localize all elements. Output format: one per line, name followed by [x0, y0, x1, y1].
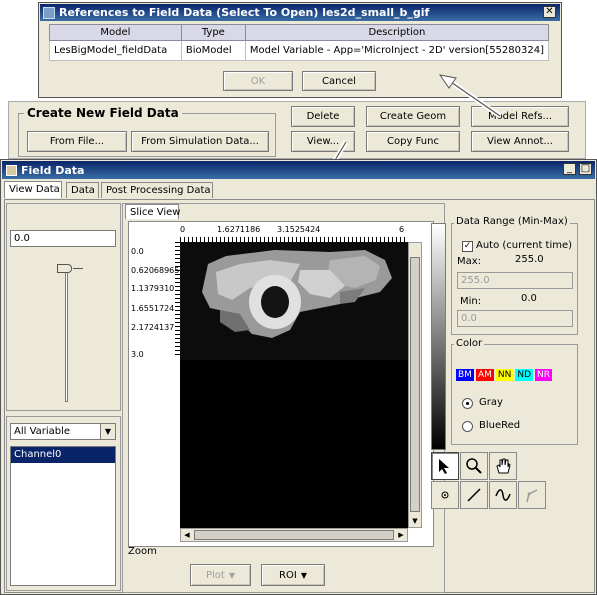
slice-view-tab[interactable]: Slice View — [125, 204, 180, 219]
chip-am[interactable]: AM — [475, 369, 494, 381]
tab-post-processing-data[interactable]: Post Processing Data — [101, 182, 213, 198]
tab-view-data[interactable]: View Data — [4, 181, 62, 198]
minimize-icon[interactable]: _ — [563, 163, 576, 175]
top-tick: 3.1525424 — [277, 225, 321, 234]
from-simulation-data-button[interactable]: From Simulation Data... — [131, 131, 269, 152]
zoom-icon[interactable] — [460, 452, 488, 480]
slice-slider-track[interactable] — [65, 270, 68, 402]
copy-func-button[interactable]: Copy Func — [366, 131, 460, 152]
scroll-down-icon[interactable]: ▼ — [409, 515, 421, 527]
references-titlebar: References to Field Data (Select To Open… — [40, 4, 560, 21]
point-icon[interactable] — [431, 481, 459, 509]
scroll-thumb-vertical[interactable] — [410, 257, 420, 512]
references-table: Model Type Description LesBigModel_field… — [49, 24, 550, 61]
tab-data[interactable]: Data — [66, 182, 99, 198]
left-tick: 3.0 — [131, 350, 144, 359]
maximize-icon[interactable]: □ — [579, 163, 592, 175]
create-geom-button[interactable]: Create Geom — [366, 106, 460, 127]
model-refs-button[interactable]: Model Refs... — [471, 106, 569, 127]
min-field[interactable]: 0.0 — [457, 310, 573, 327]
view-button[interactable]: View... — [291, 131, 355, 152]
line-icon[interactable] — [460, 481, 488, 509]
row-type[interactable]: BioModel — [180, 40, 246, 61]
scroll-right-icon[interactable]: ▶ — [395, 529, 407, 541]
chip-nr[interactable]: NR — [535, 369, 553, 381]
bluered-radio[interactable] — [462, 421, 473, 432]
vertical-scrollbar[interactable]: ▼ — [408, 242, 422, 528]
roi-button[interactable]: ROI ▼ — [261, 564, 325, 586]
chip-bm[interactable]: BM — [456, 369, 474, 381]
dropdown-arrow-icon: ▼ — [228, 570, 235, 580]
view-annot-button[interactable]: View Annot... — [471, 131, 569, 152]
left-tick: 0.0 — [131, 247, 144, 256]
curve-icon[interactable] — [489, 481, 517, 509]
horizontal-scrollbar[interactable]: ◀ ▶ — [180, 528, 408, 542]
chevron-down-icon[interactable]: ▼ — [100, 424, 115, 439]
list-item[interactable]: Channel0 — [11, 447, 115, 463]
row-description[interactable]: Model Variable - App='MicroInject - 2D' … — [244, 40, 550, 61]
polyline-icon[interactable] — [518, 481, 546, 509]
max-field[interactable]: 255.0 — [457, 272, 573, 289]
data-range-title: Data Range (Min-Max) — [454, 216, 570, 227]
variable-select[interactable]: All Variable ▼ — [10, 423, 116, 440]
bluered-label[interactable]: BlueRed — [479, 420, 520, 431]
min-label: Min: — [460, 296, 482, 307]
left-tick: 1.1379310 — [131, 284, 175, 293]
plot-label: Plot — [205, 569, 225, 581]
top-tick: 6 — [399, 225, 405, 234]
hand-icon[interactable] — [489, 452, 517, 480]
field-data-titlebar: Field Data — [2, 161, 595, 179]
auto-label[interactable]: Auto (current time) — [476, 240, 572, 251]
column-header-description[interactable]: Description — [244, 24, 550, 41]
variable-select-value: All Variable — [14, 426, 71, 437]
left-tick: 1.6551724 — [131, 304, 175, 313]
left-tick: 0.62068965 — [131, 266, 180, 275]
gray-label[interactable]: Gray — [479, 397, 503, 408]
java-cup-icon — [6, 164, 17, 176]
ok-button[interactable]: OK — [223, 71, 293, 91]
auto-checkbox[interactable]: ✓ — [462, 241, 473, 252]
column-header-type[interactable]: Type — [180, 24, 246, 41]
pointer-icon[interactable] — [431, 452, 459, 480]
top-tick: 1.6271186 — [217, 225, 261, 234]
dropdown-arrow-icon: ▼ — [300, 570, 307, 580]
create-group-title: Create New Field Data — [24, 106, 182, 120]
plot-button[interactable]: Plot ▼ — [190, 564, 251, 586]
color-chips: BM AM NN ND NR — [456, 369, 554, 381]
references-title: References to Field Data (Select To Open… — [59, 6, 430, 19]
chip-nn[interactable]: NN — [495, 369, 514, 381]
row-model[interactable]: LesBigModel_fieldData — [49, 40, 182, 61]
scroll-thumb-horizontal[interactable] — [194, 530, 394, 540]
color-scale-bar — [431, 223, 446, 450]
field-image[interactable] — [180, 242, 408, 528]
max-label: Max: — [457, 256, 482, 267]
tab-strip: View Data Data Post Processing Data — [4, 181, 594, 199]
slice-slider-thumb[interactable] — [57, 264, 72, 273]
references-window: References to Field Data (Select To Open… — [38, 2, 562, 98]
column-header-model[interactable]: Model — [49, 24, 182, 41]
color-title: Color — [454, 338, 485, 349]
field-data-title: Field Data — [21, 163, 85, 177]
scroll-left-icon[interactable]: ◀ — [181, 529, 193, 541]
table-row[interactable]: LesBigModel_fieldData BioModel Model Var… — [49, 40, 550, 61]
min-value: 0.0 — [521, 293, 537, 304]
slice-value-field[interactable]: 0.0 — [10, 230, 116, 247]
slider-tick — [73, 268, 83, 269]
cell-image — [180, 242, 408, 360]
field-data-window: Field Data _ □ View Data Data Post Proce… — [0, 159, 597, 595]
delete-button[interactable]: Delete — [291, 106, 355, 127]
top-tick: 0 — [180, 225, 186, 234]
close-icon[interactable]: ✕ — [543, 6, 556, 18]
from-file-button[interactable]: From File... — [27, 131, 127, 152]
chip-nd[interactable]: ND — [515, 369, 534, 381]
max-value: 255.0 — [515, 254, 544, 265]
variable-list: Channel0 — [10, 446, 116, 586]
left-tick: 2.1724137 — [131, 323, 175, 332]
roi-label: ROI — [279, 569, 297, 581]
gray-radio[interactable] — [462, 398, 473, 409]
zoom-label: Zoom — [128, 546, 157, 557]
cancel-button[interactable]: Cancel — [302, 71, 376, 91]
app-icon — [43, 6, 55, 19]
